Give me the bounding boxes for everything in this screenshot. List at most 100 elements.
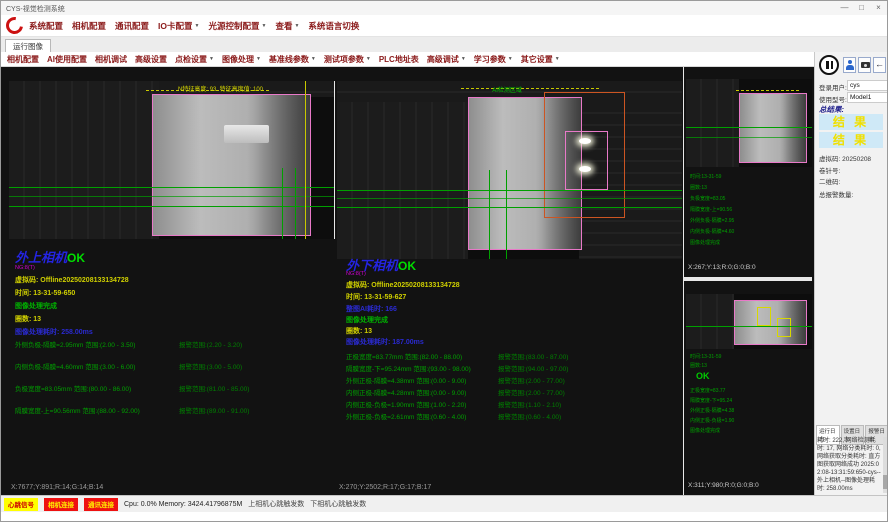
measurement-row: 内侧正极-隔膜=4.28mm 范围:(0.00 - 9.00) <box>346 387 466 397</box>
measurement-row: 正极宽度=83.77mm 范围:(82.00 - 88.00) <box>346 351 462 361</box>
log-scrollbar-thumb[interactable] <box>883 475 887 489</box>
user-button[interactable] <box>843 57 856 73</box>
small-top-line: 图像处理完成 <box>690 239 720 246</box>
tool-advanced-settings[interactable]: 高级设置 <box>135 54 167 65</box>
tool-plc-address[interactable]: PLC地址表 <box>379 54 419 65</box>
comm-connection-badge: 通讯连接 <box>84 498 118 511</box>
menu-view[interactable]: 查看▼ <box>275 20 299 32</box>
virtual-code-value: 20250208 <box>842 156 871 163</box>
menu-io-config[interactable]: IO卡配置▼ <box>158 20 199 32</box>
tool-learning-params[interactable]: 学习参数▼ <box>474 54 513 65</box>
measurement-row: 外侧正极-负极=2.61mm 范围:(0.60 - 4.00) <box>346 411 466 421</box>
small-bottom-line: 图像处理完成 <box>690 427 720 434</box>
menu-camera-config[interactable]: 相机配置 <box>72 20 106 32</box>
tool-baseline-params[interactable]: 基准线参数▼ <box>269 54 316 65</box>
measurement-row: 隔膜宽度-下=95.24mm 范围:(93.00 - 98.00) <box>346 363 471 373</box>
virtual-code-label: 虚拟码: 20250208 <box>819 153 871 163</box>
alarm-range: 报警范围:(0.60 - 4.00) <box>498 411 561 421</box>
small-bottom-line: 圈数:13 <box>690 362 707 369</box>
small-bottom-camera-image[interactable] <box>686 294 812 349</box>
right-process-done: 图像处理完成 <box>346 315 388 325</box>
left-cursor-coords: X:7677;Y:891;R:14;G:14;B:14 <box>11 484 103 491</box>
menu-comm-config[interactable]: 通讯配置 <box>115 20 149 32</box>
left-process-time: 图像处理耗时: 258.00ms <box>15 327 93 337</box>
small-top-line: 隔膜宽度-上=90.56 <box>690 206 732 213</box>
tab-strip: 运行图像 <box>1 37 888 53</box>
alarm-count-label: 总报警数量: <box>819 189 853 199</box>
small-bottom-line: 正极宽度=83.77 <box>690 387 725 394</box>
tool-camera-debug[interactable]: 相机调试 <box>95 54 127 65</box>
left-camera-title: 外上相机OK <box>15 247 85 267</box>
left-camera-image[interactable]: N特征高度: 93. 特征高度值: 100 <box>9 81 334 239</box>
login-user-label: 登录用户: <box>819 82 847 92</box>
chevron-down-icon: ▼ <box>461 56 466 62</box>
side-panel: ← 登录用户: cys 使用型号: Model1 总结果: 结 果 结 果 虚拟… <box>814 52 888 495</box>
tool-spot-check[interactable]: 点检设置▼ <box>175 54 214 65</box>
left-ng-text: NG:8(T) <box>15 265 35 271</box>
log-scrollbar[interactable] <box>883 437 887 493</box>
camera-button[interactable] <box>858 57 871 73</box>
left-barcode: 虚拟码: Offline20250208133134728 <box>15 275 129 285</box>
small-top-camera-image[interactable] <box>686 79 812 167</box>
alarm-range: 报警范围:(83.00 - 87.00) <box>498 351 568 361</box>
small-bottom-line: 外侧正极-隔膜=4.38 <box>690 407 734 414</box>
alarm-range: 报警范围:(2.00 - 77.00) <box>498 387 565 397</box>
app-logo-icon <box>3 14 27 38</box>
chevron-down-icon: ▼ <box>366 56 371 62</box>
panel-divider <box>683 67 684 495</box>
small-top-line: 内侧负极-隔膜=4.60 <box>690 228 734 235</box>
right-process-time: 图像处理耗时: 187.00ms <box>346 337 424 347</box>
login-user-field[interactable]: cys <box>847 80 888 91</box>
small-top-line: 外侧负极-隔膜=2.95 <box>690 217 734 224</box>
pause-icon <box>831 61 834 69</box>
chevron-down-icon: ▼ <box>555 56 560 62</box>
tool-advanced-debug[interactable]: 高级调试▼ <box>427 54 466 65</box>
qr-code-label: 二维码: <box>819 176 840 186</box>
tab-run-image[interactable]: 运行图像 <box>5 39 51 53</box>
status-bar: 心跳信号 相机连接 通讯连接 Cpu: 0.0% Memory: 3424.41… <box>1 495 888 512</box>
tool-image-process[interactable]: 图像处理▼ <box>222 54 261 65</box>
right-ai-time: 整图AI耗时: 166 <box>346 304 397 314</box>
tool-other-settings[interactable]: 其它设置▼ <box>521 54 560 65</box>
menu-light-config[interactable]: 光源控制配置▼ <box>208 20 266 32</box>
minimize-button[interactable]: — <box>837 2 852 13</box>
tool-camera-config[interactable]: 相机配置 <box>7 54 39 65</box>
menu-language-switch[interactable]: 系统语言切换 <box>308 20 359 32</box>
menu-bar: 系统配置 相机配置 通讯配置 IO卡配置▼ 光源控制配置▼ 查看▼ 系统语言切换 <box>1 15 888 37</box>
right-barcode: 虚拟码: Offline20250208133134728 <box>346 280 460 290</box>
small-top-line: 负极宽度=83.05 <box>690 195 725 202</box>
right-overlay-text: AI检测区域 <box>492 85 522 94</box>
weld-glow <box>579 138 591 144</box>
small-bottom-line: 内侧正极-负极=1.90 <box>690 417 734 424</box>
right-camera-image[interactable]: AI检测区域 <box>337 81 682 259</box>
chevron-down-icon: ▼ <box>294 23 299 29</box>
small-bottom-line: 时间:13-31-59 <box>690 353 721 360</box>
exit-button[interactable]: ← <box>873 57 886 73</box>
small-bottom-coords: X:311;Y:980;R:0;G:0;B:0 <box>688 482 759 489</box>
maximize-button[interactable]: □ <box>854 2 869 13</box>
pause-icon <box>826 61 829 69</box>
alarm-range: 报警范围:(1.10 - 2.10) <box>498 399 561 409</box>
menu-system-config[interactable]: 系统配置 <box>29 20 63 32</box>
tool-test-params[interactable]: 测试项参数▼ <box>324 54 371 65</box>
left-time: 时间: 13-31-59-650 <box>15 288 75 298</box>
measurement-row: 负极宽度=83.05mm 范围:(80.00 - 86.00) <box>15 383 131 393</box>
chevron-down-icon: ▼ <box>311 56 316 62</box>
window-title: CYS-视觉检测系统 <box>6 4 65 14</box>
alarm-range: 报警范围:(3.00 - 5.00) <box>179 361 242 371</box>
small-top-line: 圈数:13 <box>690 184 707 191</box>
close-button[interactable]: × <box>871 2 886 13</box>
app-window: CYS-视觉检测系统 — □ × 系统配置 相机配置 通讯配置 IO卡配置▼ 光… <box>0 0 888 522</box>
right-ng-text: NG:8(T) <box>346 271 366 277</box>
left-process-done: 图像处理完成 <box>15 301 57 311</box>
model-field[interactable]: Model1 <box>847 92 888 103</box>
tool-ai-config[interactable]: AI使用配置 <box>47 54 87 65</box>
toolbar: 相机配置 AI使用配置 相机调试 高级设置 点检设置▼ 图像处理▼ 基准线参数▼… <box>1 52 814 67</box>
alarm-range: 报警范围:(81.00 - 85.00) <box>179 383 249 393</box>
right-cursor-coords: X:270;Y:2502;R:17;G:17;B:17 <box>339 484 431 491</box>
measurement-row: 外侧正极-隔膜=4.38mm 范围:(0.00 - 9.00) <box>346 375 466 385</box>
pause-button[interactable] <box>819 55 839 75</box>
title-bar: CYS-视觉检测系统 — □ × <box>1 1 888 16</box>
right-time: 时间: 13-31-59-627 <box>346 292 406 302</box>
camera-connection-badge: 相机连接 <box>44 498 78 511</box>
